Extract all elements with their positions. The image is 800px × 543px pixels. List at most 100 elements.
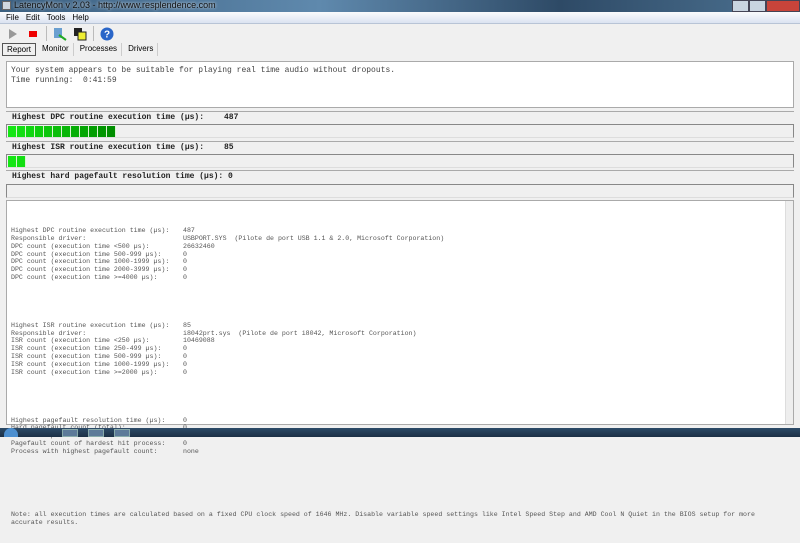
menu-file[interactable]: File [6,12,19,23]
meter-segment [89,126,98,137]
report-value: USBPORT.SYS (Pilote de port USB 1.1 & 2.… [183,234,445,242]
isr-label-text: Highest ISR routine execution time (µs): [12,143,205,152]
help-icon[interactable]: ? [100,27,114,41]
status-box: Your system appears to be suitable for p… [6,61,794,108]
report-row: ISR count (execution time 1000-1999 µs):… [11,361,789,369]
taskbar-button[interactable] [114,429,130,437]
menu-edit[interactable]: Edit [26,12,40,23]
dpc-meter-label: Highest DPC routine execution time (µs):… [6,111,794,123]
status-message: Your system appears to be suitable for p… [11,66,396,75]
dpc-label-text: Highest DPC routine execution time (µs): [12,113,205,122]
tab-bar: Report Monitor Processes Drivers [0,43,800,56]
report-value: 0 [183,274,187,282]
menu-tools[interactable]: Tools [47,12,66,23]
report-key: Highest pagefault resolution time (µs): [11,416,166,424]
report-value: 0 [183,353,187,361]
taskbar-button[interactable] [62,429,78,437]
menu-help[interactable]: Help [72,12,88,23]
isr-value: 85 [224,143,234,152]
report-key: DPC count (execution time <500 µs): [11,242,150,250]
meter-segment [8,126,17,137]
report-row: ISR count (execution time 250-499 µs): 0 [11,345,789,353]
menu-bar: File Edit Tools Help [0,12,800,24]
report-row: ISR count (execution time <250 µs): 10469… [11,337,789,345]
meter-segment [35,126,44,137]
report-value: 0 [183,416,187,424]
report-value: 0 [183,369,187,377]
toolbar: ? [0,24,800,43]
meter-segment [80,126,89,137]
report-value: 26632460 [183,242,215,250]
time-running: Time running: 0:41:59 [11,76,117,85]
tab-drivers[interactable]: Drivers [124,43,159,56]
toolbar-separator [93,26,94,41]
meter-segment [17,126,26,137]
meter-segment [17,156,26,167]
dpc-value: 487 [224,113,239,122]
report-value: 487 [183,226,195,234]
report-row: Responsible driver: USBPORT.SYS (Pilote d… [11,235,789,243]
report-key: Highest DPC routine execution time (µs): [11,226,170,234]
report-value: 0 [183,440,187,448]
report-key: DPC count (execution time 2000-3999 µs): [11,266,170,274]
pagefault-label-text: Highest hard pagefault resolution time (… [12,172,224,181]
minimize-button[interactable] [732,0,749,12]
meter-segment [8,156,17,167]
report-row: DPC count (execution time >=4000 µs): 0 [11,274,789,282]
report-key: ISR count (execution time >=2000 µs): [11,369,158,377]
report-row: Highest pagefault resolution time (µs): 0 [11,417,789,425]
report-row: DPC count (execution time <500 µs): 26632… [11,243,789,251]
report-value: 0 [183,258,187,266]
report-text: Highest DPC routine execution time (µs):… [6,200,794,526]
report-value: i8042prt.sys (Pilote de port i8042, Micr… [183,329,417,337]
report-key: Highest ISR routine execution time (µs): [11,321,170,329]
tab-report[interactable]: Report [2,43,37,56]
dpc-meter-bar [6,124,794,138]
pagefault-value: 0 [228,172,233,181]
taskbar-button[interactable] [88,429,104,437]
window-title: LatencyMon v 2.03 - http://www.resplende… [14,0,216,10]
isr-meter-label: Highest ISR routine execution time (µs):… [6,141,794,153]
maximize-button[interactable] [749,0,766,12]
svg-text:?: ? [104,29,110,40]
report-row: ISR count (execution time 500-999 µs): 0 [11,353,789,361]
report-key: Process with highest pagefault count: [11,448,158,456]
play-icon[interactable] [6,27,20,41]
app-icon [2,1,11,10]
stop-icon[interactable] [26,27,40,41]
close-button[interactable] [766,0,800,12]
tab-processes[interactable]: Processes [76,43,123,56]
report-value: 10469088 [183,337,215,345]
report-row: DPC count (execution time 2000-3999 µs):… [11,266,789,274]
report-scrollbar[interactable] [785,201,793,424]
report-key: ISR count (execution time 250-499 µs): [11,345,162,353]
report-value: 0 [183,345,187,353]
report-key: Pagefault count of hardest hit process: [11,440,166,448]
report-key: ISR count (execution time 500-999 µs): [11,353,162,361]
meter-segment [98,126,107,137]
report-key: ISR count (execution time <250 µs): [11,337,150,345]
report-row: ISR count (execution time >=2000 µs): 0 [11,369,789,377]
report-row: DPC count (execution time 1000-1999 µs):… [11,258,789,266]
report-value: 85 [183,321,191,329]
start-button[interactable] [4,428,18,437]
report-value: 0 [183,266,187,274]
report-row: Highest ISR routine execution time (µs):… [11,322,789,330]
report-key: Responsible driver: [11,329,87,337]
report-row: Pagefault count of hardest hit process: 0 [11,440,789,448]
report-value: 0 [183,361,187,369]
toolbar-separator [46,26,47,41]
windows-icon[interactable] [73,27,87,41]
analyze-icon[interactable] [53,27,67,41]
title-bar: LatencyMon v 2.03 - http://www.resplende… [0,0,800,12]
taskbar [0,428,800,437]
tab-monitor[interactable]: Monitor [38,43,74,56]
report-key: Responsible driver: [11,234,87,242]
report-key: DPC count (execution time 500-999 µs): [11,250,162,258]
report-key: DPC count (execution time >=4000 µs): [11,274,158,282]
meter-segment [71,126,80,137]
report-dpc-section: Highest DPC routine execution time (µs):… [11,227,789,282]
report-row: DPC count (execution time 500-999 µs): 0 [11,251,789,259]
report-row: Responsible driver: i8042prt.sys (Pilote … [11,330,789,338]
pagefault-meter-bar [6,184,794,198]
